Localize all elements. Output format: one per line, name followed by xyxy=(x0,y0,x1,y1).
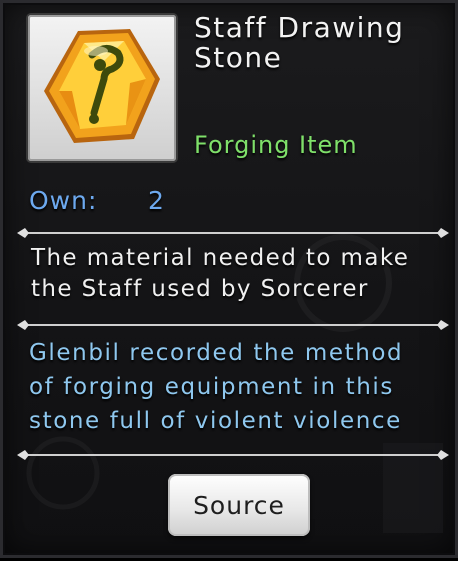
description-line2: the Staff used by Sorcerer xyxy=(31,276,369,302)
staff-stone-icon xyxy=(44,29,160,143)
lore-line2: of forging equipment in this xyxy=(29,374,395,400)
item-category: Forging Item xyxy=(194,131,358,159)
divider-middle xyxy=(17,320,449,330)
own-label: Own: xyxy=(29,186,98,215)
item-title-line1: Staff Drawing xyxy=(194,11,405,44)
own-count: 2 xyxy=(148,186,164,215)
item-description: The material needed to make the Staff us… xyxy=(31,243,451,305)
source-button[interactable]: Source xyxy=(168,474,310,536)
divider-bottom xyxy=(17,450,449,460)
item-title-line2: Stone xyxy=(194,41,283,74)
divider-top xyxy=(17,228,449,238)
item-tooltip-panel: Staff Drawing Stone Forging Item Own: 2 … xyxy=(0,0,458,558)
description-line1: The material needed to make xyxy=(31,245,410,271)
lore-line3: stone full of violent violence xyxy=(29,408,402,434)
item-title: Staff Drawing Stone xyxy=(194,13,444,73)
item-icon-frame xyxy=(28,15,176,161)
lore-line1: Glenbil recorded the method xyxy=(29,340,404,366)
item-lore: Glenbil recorded the method of forging e… xyxy=(29,336,454,438)
source-button-label: Source xyxy=(193,490,285,520)
